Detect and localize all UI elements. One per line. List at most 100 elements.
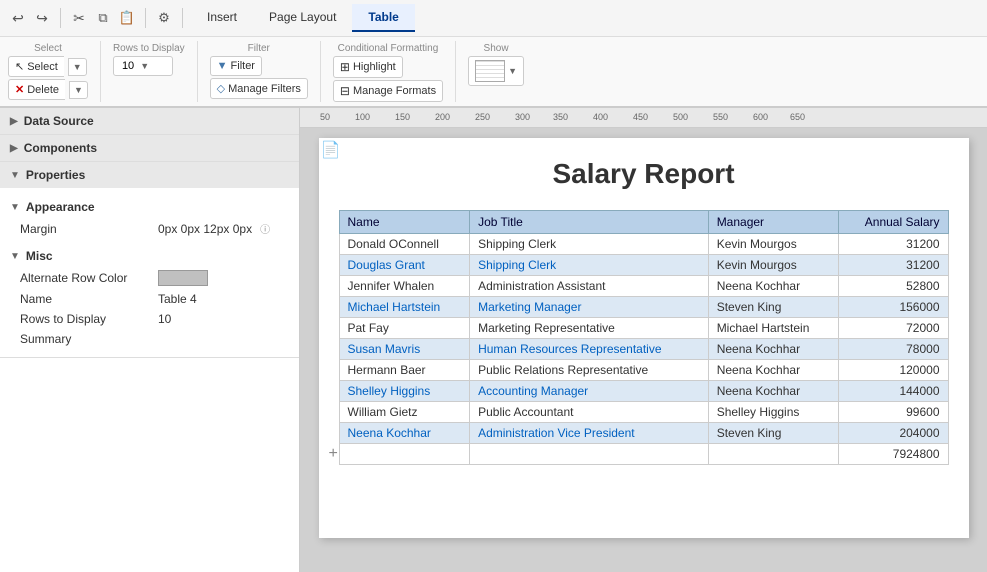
tab-page-layout[interactable]: Page Layout — [253, 4, 352, 32]
cell-salary: 156000 — [839, 297, 948, 318]
sep1 — [60, 8, 61, 28]
canvas-area[interactable]: 📄 Salary Report + Name Job Title Manager… — [300, 128, 987, 572]
cut-button[interactable]: ✂ — [69, 8, 89, 28]
manage-filters-button[interactable]: ◇ Manage Filters — [210, 78, 308, 99]
properties-arrow-icon: ▼ — [10, 170, 20, 181]
margin-info-icon: ⓘ — [260, 221, 270, 236]
paste-button[interactable]: 📋 — [117, 8, 137, 28]
cell-job-title: Administration Assistant — [470, 276, 709, 297]
margin-value: 0px 0px 12px 0px — [158, 222, 252, 236]
misc-content: Alternate Row Color Name Table 4 Rows to… — [10, 267, 289, 349]
rows-display-row: Rows to Display 10 — [20, 309, 289, 329]
cell-salary: 204000 — [839, 423, 948, 444]
left-panel: ▶ Data Source ▶ Components ▼ Properties — [0, 108, 300, 572]
copy-button[interactable]: ⧉ — [93, 8, 113, 28]
rows-dropdown-icon: ▼ — [140, 61, 149, 71]
manage-formats-icon: ⊟ — [340, 84, 350, 98]
cell-job-title: Human Resources Representative — [470, 339, 709, 360]
alt-row-color-swatch[interactable] — [158, 270, 208, 286]
page-icon[interactable]: 📄 — [321, 140, 341, 160]
redo-button[interactable]: ↪ — [32, 8, 52, 28]
toolbar: ↩ ↪ ✂ ⧉ 📋 ⚙ Insert Page Layout Table Sel… — [0, 0, 987, 108]
ribbon-show-group: Show ▼ — [468, 41, 536, 102]
misc-label: Misc — [26, 249, 53, 263]
tab-insert[interactable]: Insert — [191, 4, 253, 32]
select-button[interactable]: ↖ Select — [8, 56, 64, 77]
tab-table[interactable]: Table — [352, 4, 414, 32]
sep2 — [145, 8, 146, 28]
col-name-header: Name — [339, 211, 470, 234]
manage-formats-button[interactable]: ⊟ Manage Formats — [333, 80, 443, 102]
format-button[interactable]: ⚙ — [154, 8, 174, 28]
show-group-label: Show — [468, 43, 524, 54]
ruler-tick-100: 100 — [355, 112, 370, 122]
appearance-header[interactable]: ▼ Appearance — [10, 196, 289, 218]
appearance-label: Appearance — [26, 200, 95, 214]
select-arrow-icon: ▼ — [73, 62, 82, 72]
table-row: Pat Fay Marketing Representative Michael… — [339, 318, 948, 339]
data-source-header[interactable]: ▶ Data Source — [0, 108, 299, 134]
cell-job-title: Shipping Clerk — [470, 255, 709, 276]
cell-manager: Kevin Mourgos — [708, 255, 839, 276]
toolbar-top: ↩ ↪ ✂ ⧉ 📋 ⚙ Insert Page Layout Table — [0, 0, 987, 37]
cell-name: Susan Mavris — [339, 339, 470, 360]
cell-manager: Neena Kochhar — [708, 339, 839, 360]
col-job-title-header: Job Title — [470, 211, 709, 234]
ribbon-filter-group: Filter ▼ Filter ◇ Manage Filters — [210, 41, 321, 102]
rows-group-label: Rows to Display — [113, 43, 185, 54]
delete-dropdown-button[interactable]: ▼ — [69, 81, 88, 99]
undo-button[interactable]: ↩ — [8, 8, 28, 28]
cell-manager: Steven King — [708, 297, 839, 318]
misc-arrow-icon: ▼ — [10, 251, 20, 262]
show-grid-button[interactable]: ▼ — [468, 56, 524, 86]
toolbar-tabs: Insert Page Layout Table — [191, 4, 415, 32]
cell-salary: 31200 — [839, 234, 948, 255]
col-manager-header: Manager — [708, 211, 839, 234]
filter-label: Filter — [231, 60, 255, 72]
summary-label: Summary — [20, 332, 150, 346]
ruler-tick-200: 200 — [435, 112, 450, 122]
properties-label: Properties — [26, 168, 85, 182]
cursor-icon: ↖ — [15, 60, 24, 73]
alt-row-color-row: Alternate Row Color — [20, 267, 289, 289]
properties-section: ▼ Properties ▼ Appearance Margin 0px 0px… — [0, 162, 299, 358]
select-dropdown-button[interactable]: ▼ — [68, 58, 87, 76]
components-arrow-icon: ▶ — [10, 143, 18, 154]
delete-button[interactable]: ✕ Delete — [8, 79, 65, 100]
table-row: William Gietz Public Accountant Shelley … — [339, 402, 948, 423]
rows-display-label: Rows to Display — [20, 312, 150, 326]
table-row: Shelley Higgins Accounting Manager Neena… — [339, 381, 948, 402]
properties-header[interactable]: ▼ Properties — [0, 162, 299, 188]
delete-row: ✕ Delete ▼ — [8, 79, 88, 100]
highlight-icon: ⊞ — [340, 60, 350, 74]
misc-header[interactable]: ▼ Misc — [10, 245, 289, 267]
table-row: Donald OConnell Shipping Clerk Kevin Mou… — [339, 234, 948, 255]
cell-salary: 99600 — [839, 402, 948, 423]
ribbon-cond-format-group: Conditional Formatting ⊞ Highlight ⊟ Man… — [333, 41, 456, 102]
components-section: ▶ Components — [0, 135, 299, 162]
add-row-icon[interactable]: + — [329, 445, 338, 463]
select-label: Select — [27, 61, 58, 73]
ribbon-select-group: Select ↖ Select ▼ ✕ Delete — [8, 41, 101, 102]
cell-salary: 144000 — [839, 381, 948, 402]
ribbon-rows-group: Rows to Display 10 ▼ — [113, 41, 198, 102]
filter-icon: ▼ — [217, 60, 228, 72]
data-table: Name Job Title Manager Annual Salary Don… — [339, 210, 949, 465]
rows-select[interactable]: 10 ▼ — [113, 56, 173, 76]
name-value: Table 4 — [158, 292, 197, 306]
cell-manager: Michael Hartstein — [708, 318, 839, 339]
ruler-tick-300: 300 — [515, 112, 530, 122]
filter-button[interactable]: ▼ Filter — [210, 56, 262, 76]
x-icon: ✕ — [15, 83, 24, 96]
cell-manager: Neena Kochhar — [708, 276, 839, 297]
total-empty-3 — [708, 444, 839, 465]
components-header[interactable]: ▶ Components — [0, 135, 299, 161]
report-title: Salary Report — [339, 158, 949, 190]
ruler-area: 50 100 150 200 250 300 350 400 450 500 5… — [300, 108, 987, 572]
cond-format-group-label: Conditional Formatting — [333, 43, 443, 54]
cell-name: William Gietz — [339, 402, 470, 423]
rows-value: 10 — [122, 60, 134, 72]
highlight-button[interactable]: ⊞ Highlight — [333, 56, 403, 78]
cell-name: Neena Kochhar — [339, 423, 470, 444]
table-row: Michael Hartstein Marketing Manager Stev… — [339, 297, 948, 318]
